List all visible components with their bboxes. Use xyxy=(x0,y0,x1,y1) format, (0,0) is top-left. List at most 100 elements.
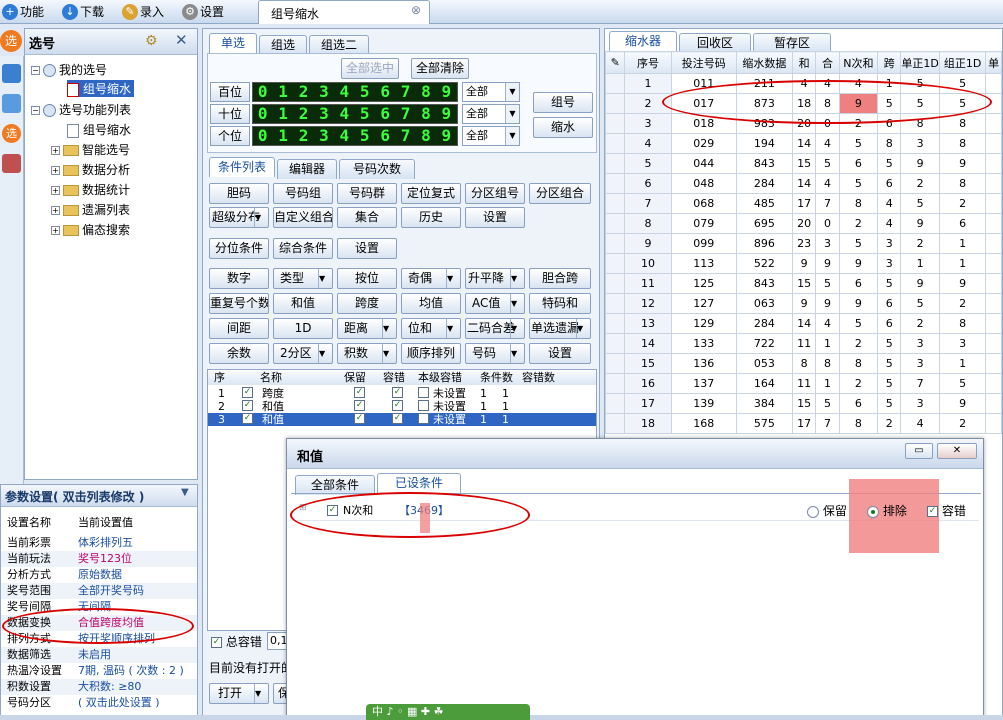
grid-cell[interactable]: 8 xyxy=(938,313,987,334)
btn-by-position[interactable]: 按位 xyxy=(337,268,397,289)
grid-cell[interactable]: 12 xyxy=(624,293,672,314)
btn-zone-group[interactable]: 分区组号 xyxy=(465,183,525,204)
grid-cell[interactable]: 6 xyxy=(838,153,879,174)
grid-cell[interactable]: 1 xyxy=(938,233,987,254)
grid-cell[interactable]: 9 xyxy=(900,273,940,294)
grid-cell[interactable]: 2 xyxy=(838,333,879,354)
grid-cell[interactable]: 11 xyxy=(624,273,672,294)
tree-item-data-analysis[interactable]: + 数据分析 xyxy=(51,161,130,178)
grid-cell[interactable]: 11 xyxy=(791,333,817,354)
param-row[interactable]: 热温冷设置 7期, 温码 ( 次数 : 2 ) xyxy=(1,663,197,679)
param-row[interactable]: 积数设置 大积数: ≥80 xyxy=(1,679,197,695)
grid-cell[interactable]: 029 xyxy=(670,133,737,154)
tab-group-two[interactable]: 组选二 xyxy=(309,35,369,55)
grid-cell[interactable]: 053 xyxy=(735,353,793,374)
btn-type[interactable]: 类型 ▼ xyxy=(273,268,333,289)
grid-cell[interactable]: 8 xyxy=(938,173,987,194)
btn-single-missing[interactable]: 单选遗漏 ▼ xyxy=(529,318,591,339)
grid-cell[interactable]: 15 xyxy=(791,393,817,414)
grid-cell[interactable]: 6 xyxy=(838,393,879,414)
grid-cell[interactable]: 284 xyxy=(735,313,793,334)
table-row[interactable]: 5 044 843 15 5 6 5 9 9 xyxy=(604,153,1002,174)
btn-two-zone[interactable]: 2分区 ▼ xyxy=(273,343,333,364)
grid-cell[interactable]: 5 xyxy=(900,193,940,214)
digit-row-hundreds[interactable]: 0123456789 xyxy=(252,82,458,102)
tab-number-count[interactable]: 号码次数 xyxy=(339,159,415,179)
tab-staging[interactable]: 暂存区 xyxy=(753,33,831,53)
btn-number-group[interactable]: 号码组 xyxy=(273,183,333,204)
tools-icon[interactable] xyxy=(2,154,21,173)
grid-cell[interactable]: 722 xyxy=(735,333,793,354)
tab-group[interactable]: 组选 xyxy=(259,35,307,55)
btn-zone-combo[interactable]: 分区组合 xyxy=(529,183,591,204)
table-row[interactable]: 7 068 485 17 7 8 4 5 2 xyxy=(604,193,1002,214)
digit-row-tens[interactable]: 0123456789 xyxy=(252,104,458,124)
tab-condition-list[interactable]: 条件列表 xyxy=(209,157,275,177)
total-tolerance[interactable]: ✓ 总容错 xyxy=(211,633,262,650)
grid-cell[interactable]: 9 xyxy=(938,153,987,174)
grid-cell[interactable]: 843 xyxy=(735,273,793,294)
grid-col-header[interactable]: 跨 xyxy=(877,51,902,74)
grid-cell[interactable]: 5 xyxy=(900,293,940,314)
grid-cell[interactable]: 6 xyxy=(624,173,672,194)
grid-cell[interactable]: 099 xyxy=(670,233,737,254)
grid-cell[interactable]: 17 xyxy=(791,413,817,434)
param-row[interactable]: 当前彩票 体彩排列五 xyxy=(1,535,197,551)
grid-cell[interactable]: 1 xyxy=(938,253,987,274)
grid-cell[interactable]: 1 xyxy=(900,253,940,274)
tree-item-my-picks[interactable]: − 我的选号 xyxy=(31,61,107,78)
grid-cell[interactable]: 2 xyxy=(938,293,987,314)
tab-set-conditions[interactable]: 已设条件 xyxy=(377,473,461,493)
grid-cell[interactable]: 14 xyxy=(624,333,672,354)
grid-cell[interactable]: 2 xyxy=(938,193,987,214)
grid-cell[interactable]: 2 xyxy=(838,213,879,234)
btn-digit[interactable]: 数字 xyxy=(209,268,269,289)
btn-position-sum[interactable]: 位和 ▼ xyxy=(401,318,461,339)
btn-interval[interactable]: 间距 xyxy=(209,318,269,339)
grid-cell[interactable]: 5 xyxy=(815,393,840,414)
tree-item-smart-pick[interactable]: + 智能选号 xyxy=(51,141,130,158)
table-row[interactable]: 14 133 722 11 1 2 5 3 3 xyxy=(604,333,1002,354)
table-row[interactable]: 17 139 384 15 5 6 5 3 9 xyxy=(604,393,1002,414)
grid-cell[interactable]: 2 xyxy=(938,413,987,434)
grid-cell[interactable]: 137 xyxy=(670,373,737,394)
grid-cell[interactable]: 5 xyxy=(877,373,902,394)
grid-cell[interactable]: 14 xyxy=(791,133,817,154)
table-row[interactable]: 13 129 284 14 4 5 6 2 8 xyxy=(604,313,1002,334)
grid-cell[interactable]: 3 xyxy=(877,233,902,254)
btn-1d[interactable]: 1D xyxy=(273,318,333,339)
grid-col-header[interactable]: 投注号码 xyxy=(670,51,737,74)
grid-cell[interactable]: 15 xyxy=(624,353,672,374)
grid-cell[interactable]: 7 xyxy=(815,413,840,434)
clear-all-button[interactable]: 全部清除 xyxy=(411,58,469,79)
tab-editor[interactable]: 编辑器 xyxy=(277,159,337,179)
table-row[interactable]: 6 048 284 14 4 5 6 2 8 xyxy=(604,173,1002,194)
document-icon[interactable] xyxy=(2,94,21,113)
btn-odd-even[interactable]: 奇偶 ▼ xyxy=(401,268,461,289)
keep-radio[interactable]: 保留 xyxy=(807,502,847,519)
tree-item-data-stats[interactable]: + 数据统计 xyxy=(51,181,130,198)
grid-cell[interactable]: 2 xyxy=(838,373,879,394)
close-dialog-button[interactable]: ✕ xyxy=(937,443,977,459)
menu-input[interactable]: ✎ 录入 xyxy=(120,2,164,22)
grid-cell[interactable]: 3 xyxy=(877,253,902,274)
grid-cell[interactable]: 6 xyxy=(938,213,987,234)
grid-cell[interactable]: 4 xyxy=(815,313,840,334)
grid-cell[interactable]: 0 xyxy=(815,213,840,234)
btn-span[interactable]: 跨度 xyxy=(337,293,397,314)
grid-cell[interactable]: 168 xyxy=(670,413,737,434)
grid-cell[interactable]: 4 xyxy=(877,213,902,234)
tolerance-checkbox[interactable]: ✓ 容错 xyxy=(927,502,966,519)
grid-cell[interactable]: 7 xyxy=(815,193,840,214)
doc-tab-group-shrink[interactable]: 组号缩水 ⊗ xyxy=(258,0,430,24)
grid-cell[interactable]: 384 xyxy=(735,393,793,414)
grid-cell[interactable]: 127 xyxy=(670,293,737,314)
table-row[interactable]: 8 079 695 20 0 2 4 9 6 xyxy=(604,213,1002,234)
tree-item-group-shrink[interactable]: 组号缩水 xyxy=(67,121,131,138)
group-number-button[interactable]: 组号 xyxy=(533,92,593,113)
grid-cell[interactable]: 9 xyxy=(838,253,879,274)
checkbox-checked[interactable]: ✓ xyxy=(211,637,222,648)
grid-cell[interactable]: 8 xyxy=(877,133,902,154)
grid-cell[interactable]: 2 xyxy=(900,173,940,194)
table-row[interactable]: 4 029 194 14 4 5 8 3 8 xyxy=(604,133,1002,154)
